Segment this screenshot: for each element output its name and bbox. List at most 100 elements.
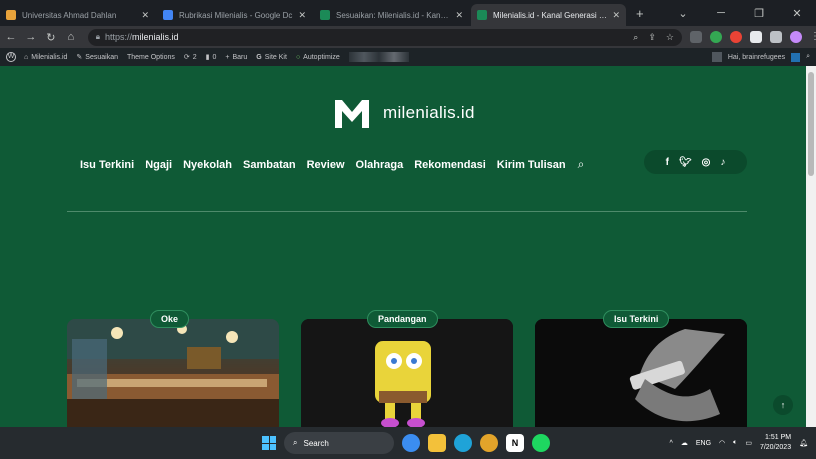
admin-comments[interactable]: ▮ 0: [205, 53, 217, 62]
admin-site-kit[interactable]: G Site Kit: [256, 54, 287, 61]
admin-bar-right: Hai, brainrefugees ⌕: [711, 52, 810, 62]
onedrive-icon[interactable]: ☁: [681, 439, 688, 447]
category-badge-oke[interactable]: Oke: [150, 310, 190, 328]
autoptimize-label: Autoptimize: [303, 53, 340, 61]
address-bar[interactable]: 🔒︎ https:// milenialis.id ⌕ ⇪ ☆: [87, 28, 682, 46]
extension-icon[interactable]: [689, 31, 702, 43]
nav-kirim-tulisan[interactable]: Kirim Tulisan: [497, 159, 566, 171]
volume-icon[interactable]: 🔈︎: [733, 439, 737, 447]
back-arrow-icon[interactable]: ←: [2, 31, 20, 43]
main-navigation: Isu Terkini Ngaji Nyekolah Sambatan Revi…: [80, 157, 584, 172]
notification-icon[interactable]: 🔔︎: [799, 439, 808, 447]
post-card-oke[interactable]: [67, 319, 279, 427]
page-scrollbar[interactable]: [806, 66, 816, 427]
admin-customize[interactable]: ✎ Sesuaikan: [76, 53, 118, 62]
wordpress-logo-icon[interactable]: W: [6, 52, 16, 62]
nav-sambatan[interactable]: Sambatan: [243, 159, 296, 171]
battery-icon[interactable]: ▭: [745, 439, 752, 447]
nav-nyekolah[interactable]: Nyekolah: [183, 159, 232, 171]
edge-browser-icon[interactable]: [454, 434, 472, 452]
forward-arrow-icon[interactable]: →: [22, 31, 40, 43]
tab-milenialis-active[interactable]: Milenialis.id - Kanal Generasi Mu ✕: [471, 4, 626, 26]
nav-ngaji[interactable]: Ngaji: [145, 159, 172, 171]
wifi-icon[interactable]: ◠: [719, 439, 725, 447]
search-icon[interactable]: ⌕: [578, 157, 585, 172]
taskbar-center: ⌕ Search N: [262, 432, 550, 454]
close-tab-icon[interactable]: ✕: [298, 10, 306, 21]
site-kit-label: Site Kit: [264, 53, 287, 61]
close-tab-icon[interactable]: ✕: [455, 10, 463, 21]
instagram-icon[interactable]: ◎: [702, 157, 711, 168]
browser-menu-icon[interactable]: ⋮: [810, 31, 816, 43]
close-tab-icon[interactable]: ✕: [141, 10, 149, 21]
tab-customizer[interactable]: Sesuaikan: Milenialis.id - Kanal G ✕: [314, 4, 469, 26]
close-window-icon[interactable]: ✕: [778, 7, 816, 20]
post-card-isu-terkini[interactable]: [535, 319, 747, 427]
admin-site-name[interactable]: ⌂ Milenialis.id: [24, 54, 67, 61]
admin-new[interactable]: + Baru: [225, 54, 247, 61]
chrome-browser-icon[interactable]: [480, 434, 498, 452]
taskbar-search[interactable]: ⌕ Search: [284, 432, 394, 454]
facebook-icon[interactable]: f: [666, 157, 669, 168]
meet-app-icon[interactable]: [402, 434, 420, 452]
category-badge-pandangan[interactable]: Pandangan: [367, 310, 438, 328]
clock[interactable]: 1:51 PM 7/20/2023: [760, 433, 791, 453]
extensions-area: ⋮: [689, 31, 816, 43]
restore-icon[interactable]: ❐: [740, 7, 778, 20]
admin-greeting[interactable]: Hai, brainrefugees: [728, 54, 785, 61]
tray-chevron-icon[interactable]: ^: [670, 440, 673, 447]
browser-tab-strip: Universitas Ahmad Dahlan ✕ Rubrikasi Mil…: [0, 0, 816, 26]
url-host: milenialis.id: [132, 32, 179, 42]
extension-icon[interactable]: [729, 31, 742, 43]
category-badge-isu-terkini[interactable]: Isu Terkini: [603, 310, 670, 328]
new-tab-button[interactable]: +: [636, 4, 644, 26]
side-panel-icon[interactable]: [769, 31, 782, 43]
admin-search-icon[interactable]: ⌕: [806, 53, 810, 61]
user-avatar-small[interactable]: [711, 52, 722, 62]
lock-icon[interactable]: 🔒︎: [96, 32, 100, 42]
site-logo[interactable]: milenialis.id: [333, 97, 475, 129]
share-icon[interactable]: ⇪: [648, 32, 656, 43]
comment-icon: ▮: [205, 54, 210, 61]
post-thumbnail-spongebob: [301, 319, 513, 427]
tab-search-chevron-icon[interactable]: ⌄: [664, 7, 702, 20]
reload-icon[interactable]: ↻: [42, 31, 60, 44]
admin-autoptimize[interactable]: ○ Autoptimize: [296, 54, 340, 61]
nav-review[interactable]: Review: [307, 159, 345, 171]
language-indicator[interactable]: ENG: [696, 440, 711, 447]
url-scheme: https://: [105, 32, 133, 42]
bookmark-star-icon[interactable]: ☆: [666, 32, 674, 43]
close-tab-icon[interactable]: ✕: [612, 10, 620, 21]
extension-icon[interactable]: [709, 31, 722, 43]
site-wordmark: milenialis.id: [383, 103, 475, 122]
twitter-icon[interactable]: 🐦︎: [679, 157, 692, 168]
nav-isu-terkini[interactable]: Isu Terkini: [80, 159, 134, 171]
windows-start-icon[interactable]: [262, 436, 276, 450]
milenialis-m-logo-icon: [335, 100, 369, 128]
minimize-icon[interactable]: ─: [702, 7, 740, 19]
tiktok-icon[interactable]: ♪: [720, 157, 725, 168]
scroll-to-top-button[interactable]: ↑: [773, 395, 793, 415]
social-links: f 🐦︎ ◎ ♪: [644, 150, 747, 174]
scrollbar-thumb[interactable]: [808, 72, 814, 176]
post-card-pandangan[interactable]: [301, 319, 513, 427]
circle-status-icon: ○: [295, 53, 301, 61]
home-icon[interactable]: ⌂: [62, 31, 80, 43]
admin-updates[interactable]: ⟳ 2: [184, 53, 197, 62]
nav-olahraga[interactable]: Olahraga: [356, 159, 404, 171]
docs-favicon-icon: [163, 10, 173, 20]
spotify-app-icon[interactable]: [532, 434, 550, 452]
profile-avatar[interactable]: [789, 31, 802, 43]
stats-sparkline[interactable]: [348, 52, 409, 62]
tab-google-docs[interactable]: Rubrikasi Milenialis - Google Dc ✕: [157, 4, 312, 26]
file-explorer-icon[interactable]: [428, 434, 446, 452]
puzzle-extensions-icon[interactable]: [749, 31, 762, 43]
nav-rekomendasi[interactable]: Rekomendasi: [414, 159, 486, 171]
windows-taskbar: ⌕ Search N ^ ☁ ENG ◠ 🔈︎ ▭ 1:51 PM 7/20/2…: [0, 427, 816, 459]
uad-favicon-icon: [6, 10, 16, 20]
admin-theme-options[interactable]: Theme Options: [127, 54, 175, 61]
notion-app-icon[interactable]: N: [506, 434, 524, 452]
tab-uad[interactable]: Universitas Ahmad Dahlan ✕: [0, 4, 155, 26]
zoom-icon[interactable]: ⌕: [633, 32, 638, 43]
customize-label: Sesuaikan: [85, 53, 118, 61]
